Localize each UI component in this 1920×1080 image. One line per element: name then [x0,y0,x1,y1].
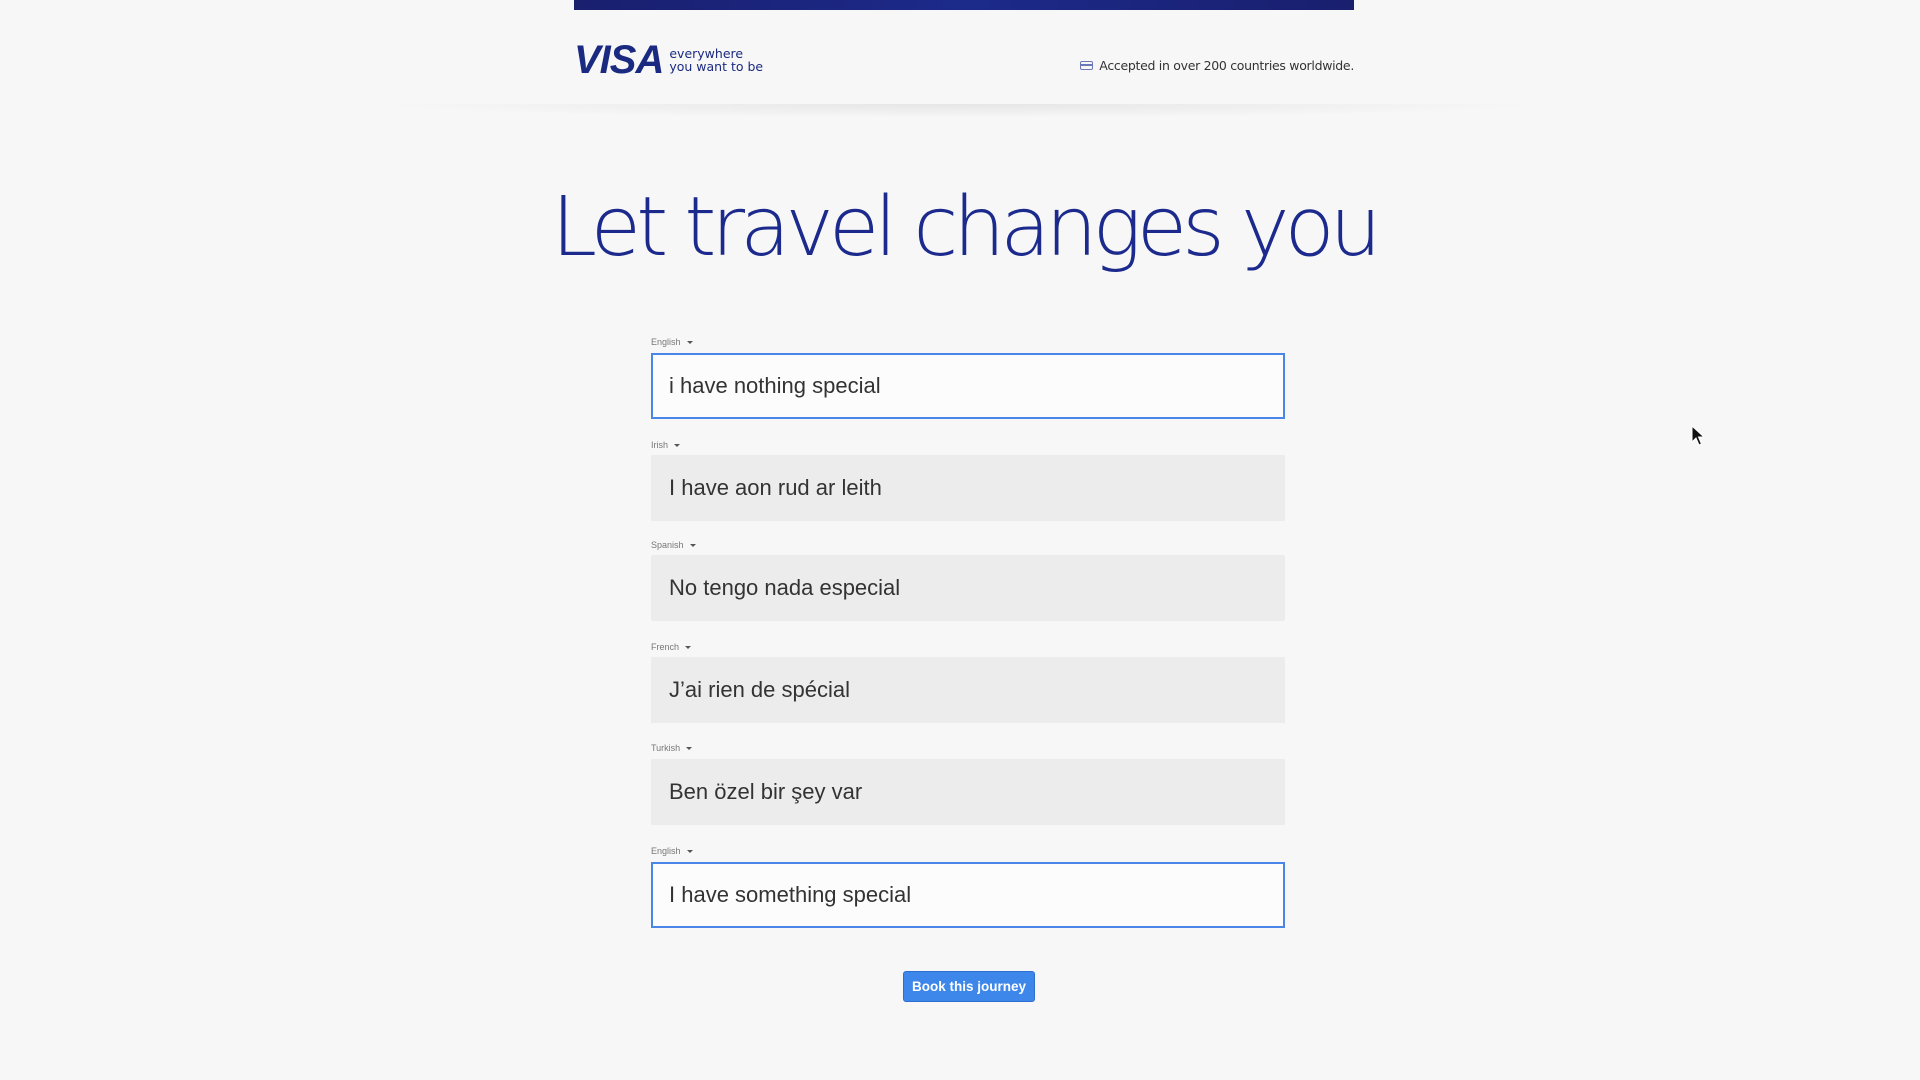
translation-result[interactable]: I have something special [651,862,1285,928]
caret-down-icon [674,443,681,447]
page-title: Let travel changes you [551,180,1381,275]
acceptance-note: Accepted in over 200 countries worldwide… [1080,58,1354,73]
page: VISA everywhere you want to be Accepted … [0,0,1920,1080]
header: VISA everywhere you want to be Accepted … [574,10,1354,106]
book-journey-button[interactable]: Book this journey [903,971,1035,1002]
translation-row: English [651,845,1285,857]
language-select[interactable]: Turkish [651,742,1285,754]
tagline-line-2: you want to be [669,59,764,74]
translation-row: English [651,336,1285,348]
credit-card-icon [1080,61,1094,70]
language-select[interactable]: Spanish [651,539,1285,551]
language-label: English [651,337,681,347]
translation-output[interactable]: J’ai rien de spécial [651,657,1285,723]
caret-down-icon [689,543,696,547]
translation-row: Irish [651,439,1285,451]
translation-output[interactable]: I have aon rud ar leith [651,455,1285,521]
translation-row: French [651,641,1285,653]
mouse-pointer-icon [1691,425,1706,446]
language-label: Turkish [651,743,681,753]
visa-wordmark: VISA [574,38,664,82]
logo-tagline: everywhere you want to be [669,47,763,73]
language-select[interactable]: Irish [651,439,1285,451]
top-brand-bar [574,0,1354,10]
language-label: Spanish [651,540,684,550]
caret-down-icon [686,849,693,853]
caret-down-icon [686,340,693,344]
visa-logo[interactable]: VISA everywhere you want to be [574,40,763,80]
language-label: French [651,642,680,652]
translation-output[interactable]: Ben özel bir şey var [651,759,1285,825]
language-select[interactable]: English [651,845,1285,857]
translation-input[interactable]: i have nothing special [651,353,1285,419]
translation-row: Turkish [651,742,1285,754]
header-shadow [370,104,1550,118]
translation-output[interactable]: No tengo nada especial [651,555,1285,621]
language-label: Irish [651,440,669,450]
language-select[interactable]: French [651,641,1285,653]
acceptance-text: Accepted in over 200 countries worldwide… [1099,58,1354,73]
translation-row: Spanish [651,539,1285,551]
caret-down-icon [686,746,693,750]
language-select[interactable]: English [651,336,1285,348]
caret-down-icon [685,645,692,649]
language-label: English [651,846,681,856]
